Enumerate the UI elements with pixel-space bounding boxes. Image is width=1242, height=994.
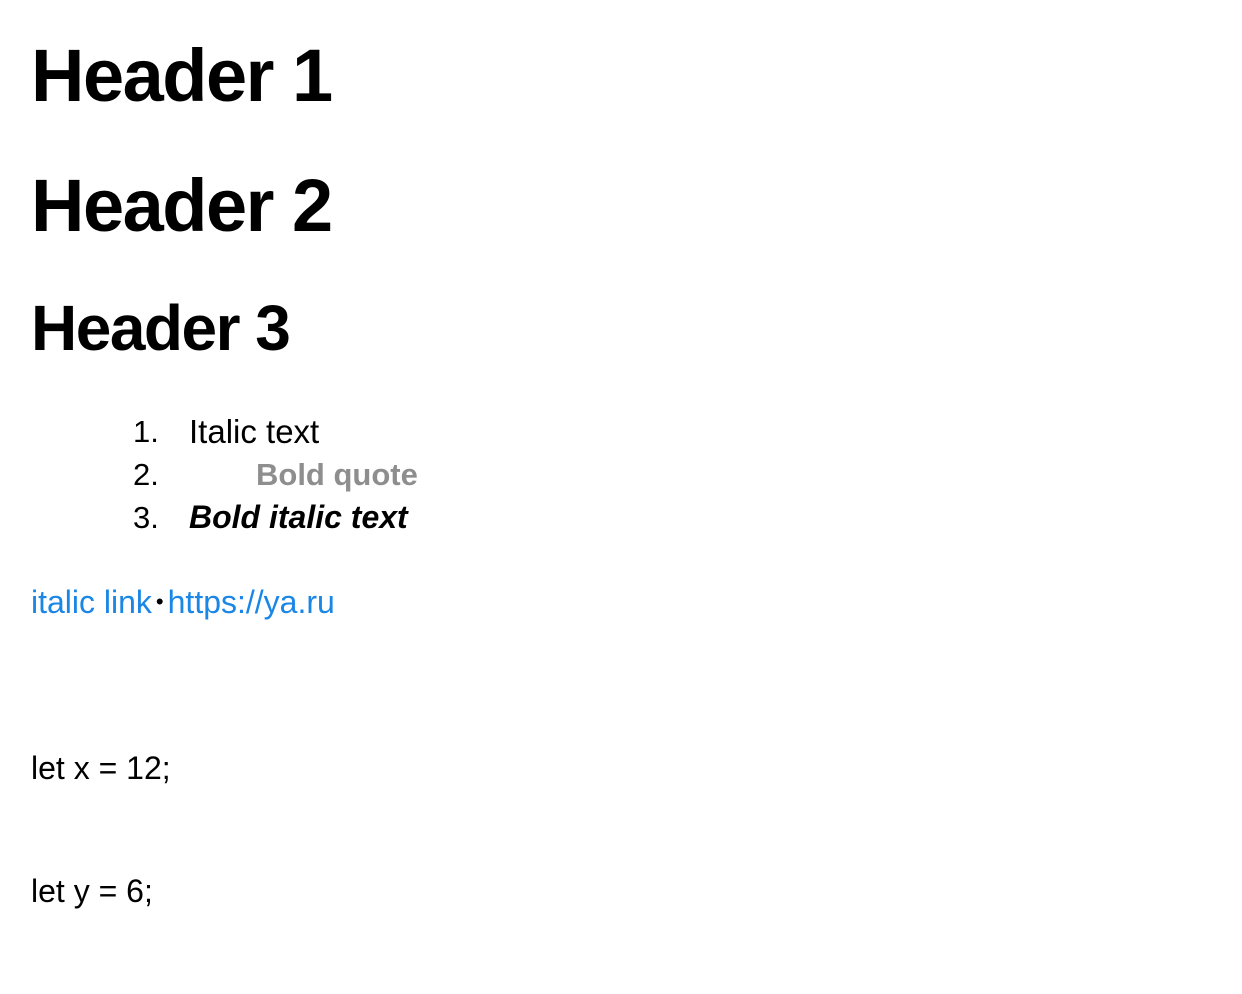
code-block: let x = 12; let y = 6; (31, 666, 171, 994)
header-2: Header 2 (31, 164, 333, 247)
header-1: Header 1 (31, 34, 333, 117)
list-item-number: 1. (133, 414, 159, 449)
italic-link[interactable]: italic link (31, 584, 152, 620)
document: Header 1 Header 2 Header 3 1. Italic tex… (31, 0, 1242, 910)
code-line: let y = 6; (31, 873, 153, 909)
header-3: Header 3 (31, 292, 291, 364)
code-line: let x = 12; (31, 750, 171, 786)
list-item-bold-quote: Bold quote (256, 457, 418, 492)
list-item-number: 2. (133, 457, 159, 492)
links-row: italic link • https://ya.ru (31, 580, 335, 624)
list-item-number: 3. (133, 500, 159, 535)
link-separator: • (155, 589, 164, 614)
list-item-italic-text: Italic text (189, 413, 320, 450)
list-item-bold-italic-text: Bold italic text (189, 499, 408, 535)
ya-ru-link[interactable]: https://ya.ru (168, 584, 335, 620)
